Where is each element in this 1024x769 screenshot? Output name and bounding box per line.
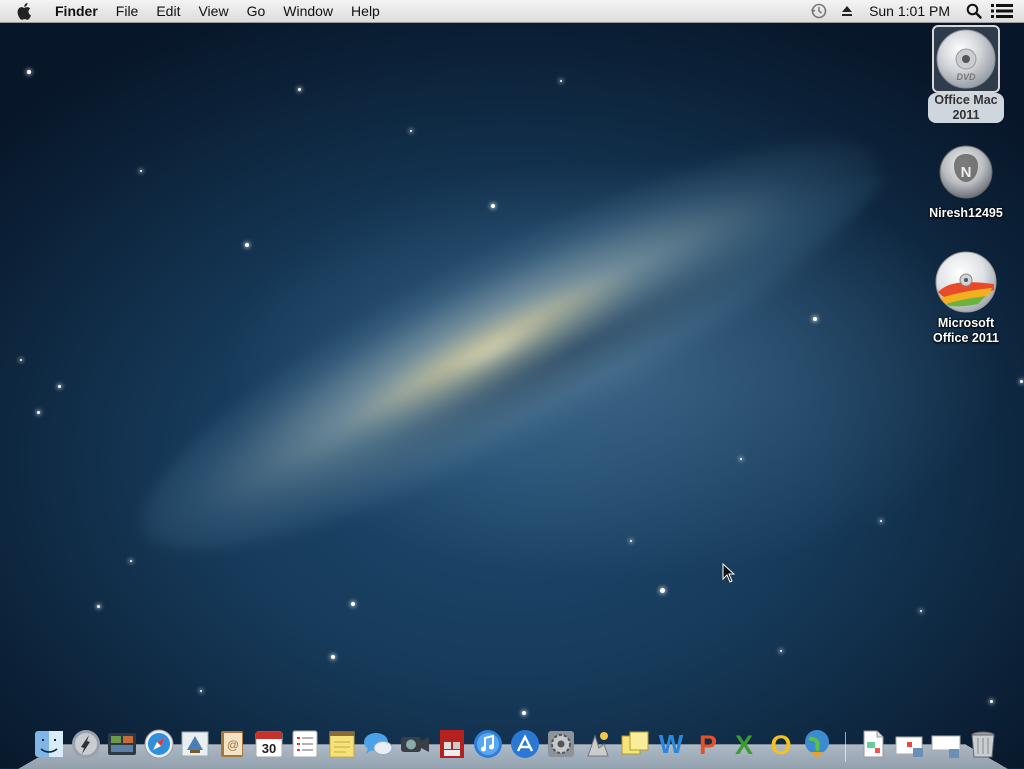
desktop-item-office-mac-2011[interactable]: DVD Office Mac 2011: [918, 25, 1014, 124]
desktop-item-niresh12495[interactable]: N Niresh12495: [918, 140, 1014, 222]
star: [1020, 380, 1023, 383]
menu-go[interactable]: Go: [238, 0, 275, 22]
document-icon[interactable]: [856, 726, 890, 762]
star: [20, 359, 22, 361]
desktop-item-label-line1: Office Mac: [934, 93, 998, 107]
desktop-item-label-line2: 2011: [952, 108, 980, 122]
svg-text:DVD: DVD: [956, 72, 976, 82]
desktop-item-label: Niresh12495: [929, 206, 1003, 221]
desktop-item-microsoft-office-2011[interactable]: Microsoft Office 2011: [918, 250, 1014, 347]
star: [560, 80, 562, 82]
galaxy-dust-lane: [176, 141, 904, 579]
star: [660, 588, 665, 593]
menu-bar: Finder File Edit View Go Window Help Sun…: [0, 0, 1024, 23]
desktop-wallpaper[interactable]: [0, 0, 1024, 768]
contacts-icon[interactable]: @: [215, 726, 249, 762]
star: [298, 88, 301, 91]
dock: @ 30 W P X O: [32, 722, 1002, 762]
menu-clock[interactable]: Sun 1:01 PM: [861, 0, 960, 22]
powerpoint-icon[interactable]: P: [691, 726, 725, 762]
desktop-item-label-line1: Microsoft: [937, 316, 995, 330]
notes-icon[interactable]: [325, 726, 359, 762]
star: [27, 70, 31, 74]
star: [58, 385, 61, 388]
star: [130, 560, 132, 562]
outlook-icon[interactable]: O: [764, 726, 798, 762]
calendar-icon[interactable]: 30: [252, 726, 286, 762]
star: [351, 602, 355, 606]
apple-logo-icon[interactable]: [14, 2, 36, 20]
itunes-icon[interactable]: [471, 726, 505, 762]
star: [522, 711, 526, 715]
desktop-item-label-line1: Niresh12495: [929, 206, 1003, 220]
svg-text:P: P: [699, 730, 717, 760]
calendar-day: 30: [261, 741, 275, 756]
star: [200, 690, 202, 692]
stickies-icon[interactable]: [618, 726, 652, 762]
star: [97, 605, 100, 608]
preview-icon[interactable]: [581, 726, 615, 762]
star: [880, 520, 882, 522]
dvd-disc-icon[interactable]: DVD: [932, 25, 1000, 93]
dock-separator: [845, 732, 847, 762]
desktop-item-label: Microsoft Office 2011: [933, 316, 999, 346]
mouse-pointer-icon: [722, 563, 736, 583]
desktop-item-label-line2: Office 2011: [932, 331, 999, 345]
svg-text:O: O: [770, 730, 791, 760]
star: [140, 170, 142, 172]
mission-control-icon[interactable]: [105, 726, 139, 762]
svg-text:X: X: [735, 730, 753, 760]
star: [37, 411, 40, 414]
star: [990, 700, 993, 703]
eject-icon[interactable]: [833, 0, 861, 22]
folder-stack-icon[interactable]: [929, 726, 963, 762]
menu-view[interactable]: View: [189, 0, 237, 22]
menu-edit[interactable]: Edit: [147, 0, 189, 22]
app-store-icon[interactable]: [508, 726, 542, 762]
menu-file[interactable]: File: [107, 0, 148, 22]
star: [630, 540, 632, 542]
menu-window[interactable]: Window: [274, 0, 342, 22]
install-disk-icon[interactable]: N: [934, 140, 998, 204]
facetime-icon[interactable]: [398, 726, 432, 762]
excel-icon[interactable]: X: [727, 726, 761, 762]
star: [920, 610, 922, 612]
finder-icon[interactable]: [32, 726, 66, 762]
star: [491, 204, 495, 208]
svg-text:N: N: [961, 164, 972, 181]
messages-icon[interactable]: [361, 726, 395, 762]
star: [740, 458, 742, 460]
safari-icon[interactable]: [142, 726, 176, 762]
star: [813, 317, 817, 321]
menu-help[interactable]: Help: [342, 0, 389, 22]
svg-text:W: W: [659, 729, 684, 759]
star: [780, 650, 782, 652]
desktop-item-label: Office Mac 2011: [928, 93, 1004, 123]
launchpad-icon[interactable]: [69, 726, 103, 762]
notification-center-icon[interactable]: [988, 0, 1016, 22]
star: [331, 655, 335, 659]
menu-finder[interactable]: Finder: [46, 0, 107, 22]
star: [245, 243, 249, 247]
photo-booth-icon[interactable]: [435, 726, 469, 762]
time-machine-icon[interactable]: [805, 0, 833, 22]
office-installer-disc-icon[interactable]: [934, 250, 998, 314]
downloads-stack-icon[interactable]: [893, 726, 927, 762]
reminders-icon[interactable]: [288, 726, 322, 762]
mail-icon[interactable]: [178, 726, 212, 762]
word-icon[interactable]: W: [654, 726, 688, 762]
system-preferences-icon[interactable]: [544, 726, 578, 762]
spotlight-search-icon[interactable]: [960, 0, 988, 22]
star: [410, 130, 412, 132]
trash-icon[interactable]: [966, 726, 1000, 762]
network-globe-icon[interactable]: [800, 726, 834, 762]
svg-text:@: @: [227, 738, 239, 752]
